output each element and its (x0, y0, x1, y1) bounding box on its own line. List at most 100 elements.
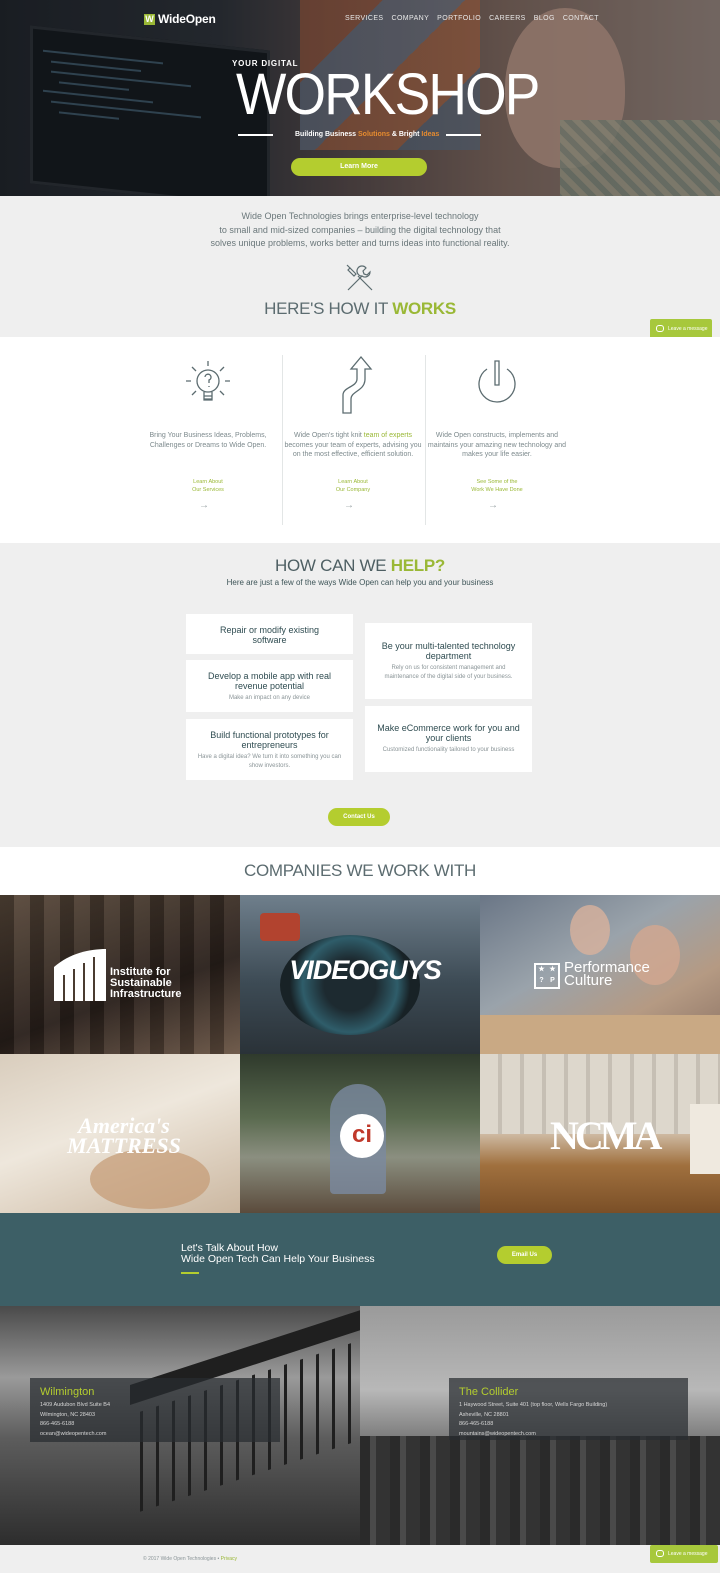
help-card-prototypes: Build functional prototypes for entrepre… (186, 719, 353, 780)
power-icon (478, 360, 516, 403)
tagline-part: Building Business (295, 131, 359, 138)
help-card-department: Be your multi-talented technology depart… (365, 623, 532, 699)
link-our-company[interactable]: Learn About Our Company (283, 478, 423, 494)
client-logo-isi: Institute for Sustainable Infrastructure (110, 966, 182, 1000)
copyright-text: © 2017 Wide Open Technologies • (143, 1556, 221, 1562)
office-name: Wilmington (40, 1386, 95, 1398)
performance-grid-icon: ★ ★? P (534, 963, 560, 989)
arrow-right-icon[interactable]: → (488, 500, 498, 511)
office-wilmington: Wilmington 1409 Audubon Blvd Suite B4 Wi… (0, 1306, 360, 1545)
leave-message-label: Leave a message (668, 1551, 708, 1557)
privacy-link[interactable]: Privacy (221, 1556, 237, 1562)
hero-rule-left (238, 134, 273, 136)
link-line: See Some of the (476, 479, 518, 485)
card-title: Repair or modify existing software (219, 625, 320, 645)
isi-leaf-icon (54, 949, 106, 1001)
office-address: 1409 Audubon Blvd Suite B4 (40, 1402, 111, 1408)
tagline-highlight: Ideas (421, 131, 440, 138)
arrow-right-icon[interactable]: → (344, 500, 354, 511)
works-column-team: Wide Open's tight knit team of experts b… (283, 355, 423, 525)
logo-text: WideOpen (158, 12, 216, 26)
text-part: becomes your team of experts, advising y… (284, 441, 422, 459)
works-column-bring: Bring Your Business Ideas, Problems, Cha… (138, 355, 278, 525)
cta-text: Let's Talk About How Wide Open Tech Can H… (181, 1243, 375, 1265)
client-tile-ci[interactable]: ci (240, 1054, 480, 1213)
works-text-team: Wide Open's tight knit team of experts b… (283, 431, 423, 460)
leave-message-button-bottom[interactable]: Leave a message (650, 1545, 718, 1563)
help-title: HOW CAN WE HELP? (0, 556, 720, 576)
office-card-wilmington: Wilmington 1409 Audubon Blvd Suite B4 Wi… (30, 1378, 280, 1442)
client-logo-performance: Performance Culture (564, 959, 650, 989)
intro-line: solves unique problems, works better and… (210, 238, 510, 248)
help-card-repair: Repair or modify existing software (186, 614, 353, 654)
help-title-a: HOW CAN WE (275, 556, 391, 575)
office-email[interactable]: ocean@wideopentech.com (40, 1430, 270, 1440)
link-our-services[interactable]: Learn About Our Services (138, 478, 278, 494)
city-graphic (360, 1436, 720, 1545)
client-tile-performance[interactable]: ★ ★? P Performance Culture (480, 895, 720, 1054)
office-address: 1 Haywood Street, Suite 401 (top floor, … (459, 1402, 608, 1408)
office-name: The Collider (459, 1386, 519, 1398)
logo-mark: W (144, 13, 155, 25)
chat-icon (656, 1550, 664, 1557)
contact-us-button[interactable]: Contact Us (328, 808, 390, 826)
footer: © 2017 Wide Open Technologies • Privacy (0, 1545, 720, 1573)
link-line: Learn About (338, 479, 368, 485)
link-line: Learn About (193, 479, 223, 485)
tagline-part: & Bright (389, 131, 422, 138)
card-desc: Have a digital idea? We turn it into som… (197, 754, 342, 769)
intro-text: Wide Open Technologies brings enterprise… (160, 210, 560, 251)
leave-message-button[interactable]: Leave a message (650, 319, 712, 339)
email-us-button[interactable]: Email Us (497, 1246, 552, 1264)
cta-line: Wide Open Tech Can Help Your Business (181, 1253, 375, 1265)
help-section: HOW CAN WE HELP? Here are just a few of … (0, 543, 720, 847)
nav-contact[interactable]: CONTACT (563, 15, 599, 22)
office-phone[interactable]: 866-465-6188 (40, 1420, 270, 1430)
office-email[interactable]: mountains@wideopentech.com (459, 1430, 678, 1440)
client-logo-videoguys: VIDEOGUYS (289, 955, 442, 985)
logo[interactable]: W WideOpen (144, 12, 216, 26)
card-title: Be your multi-talented technology depart… (381, 641, 516, 661)
how-title-a: HERE'S HOW IT (264, 299, 393, 318)
arrow-right-icon[interactable]: → (199, 500, 209, 511)
footer-copyright: © 2017 Wide Open Technologies • Privacy (143, 1556, 237, 1562)
client-tile-isi[interactable]: Institute for Sustainable Infrastructure (0, 895, 240, 1054)
hero-section: W WideOpen SERVICES COMPANY PORTFOLIO CA… (0, 0, 720, 196)
client-logo-ci: ci (351, 1121, 372, 1148)
intro-section: Wide Open Technologies brings enterprise… (0, 196, 720, 337)
hero-tagline: Building Business Solutions & Bright Ide… (295, 131, 439, 138)
leave-message-label: Leave a message (668, 326, 708, 332)
link-line: Work We Have Done (471, 487, 523, 493)
nav-portfolio[interactable]: PORTFOLIO (437, 15, 481, 22)
intro-line: to small and mid-sized companies – build… (219, 224, 501, 235)
companies-title: COMPANIES WE WORK WITH (243, 861, 477, 880)
help-card-mobile: Develop a mobile app with real revenue p… (186, 660, 353, 712)
nav-blog[interactable]: BLOG (534, 15, 555, 22)
cta-underline (181, 1272, 199, 1274)
office-phone[interactable]: 866-465-6188 (459, 1420, 678, 1430)
link-line: Our Company (335, 487, 371, 493)
client-tile-ncma[interactable]: NCMA (480, 1054, 720, 1213)
card-desc: Make an impact on any device (228, 695, 311, 701)
team-link[interactable]: team of experts (364, 432, 412, 439)
office-collider: The Collider 1 Haywood Street, Suite 401… (360, 1306, 720, 1545)
nav-careers[interactable]: CAREERS (489, 15, 526, 22)
road-arrow-icon (342, 355, 373, 414)
how-it-works-title: HERE'S HOW IT WORKS (0, 299, 720, 319)
office-city: Wilmington, NC 28403 (40, 1411, 96, 1418)
card-desc: Rely on us for consistent management and… (384, 665, 513, 680)
nav-services[interactable]: SERVICES (345, 15, 383, 22)
link-work-done[interactable]: See Some of the Work We Have Done (427, 478, 567, 494)
client-tile-mattress[interactable]: America's MATTRESS (0, 1054, 240, 1213)
nav-company[interactable]: COMPANY (391, 15, 429, 22)
card-desc: Customized functionality tailored to you… (382, 747, 515, 753)
client-tile-videoguys[interactable]: VIDEOGUYS (240, 895, 480, 1054)
help-subtitle: Here are just a few of the ways Wide Ope… (226, 578, 494, 587)
how-title-b: WORKS (392, 299, 456, 318)
hero-rule-right (446, 134, 481, 136)
learn-more-button[interactable]: Learn More (291, 158, 427, 176)
cta-section: Let's Talk About How Wide Open Tech Can H… (0, 1213, 720, 1306)
link-line: Our Services (192, 487, 224, 493)
works-column-build: Wide Open constructs, implements and mai… (427, 355, 567, 525)
lightbulb-icon (186, 361, 230, 401)
